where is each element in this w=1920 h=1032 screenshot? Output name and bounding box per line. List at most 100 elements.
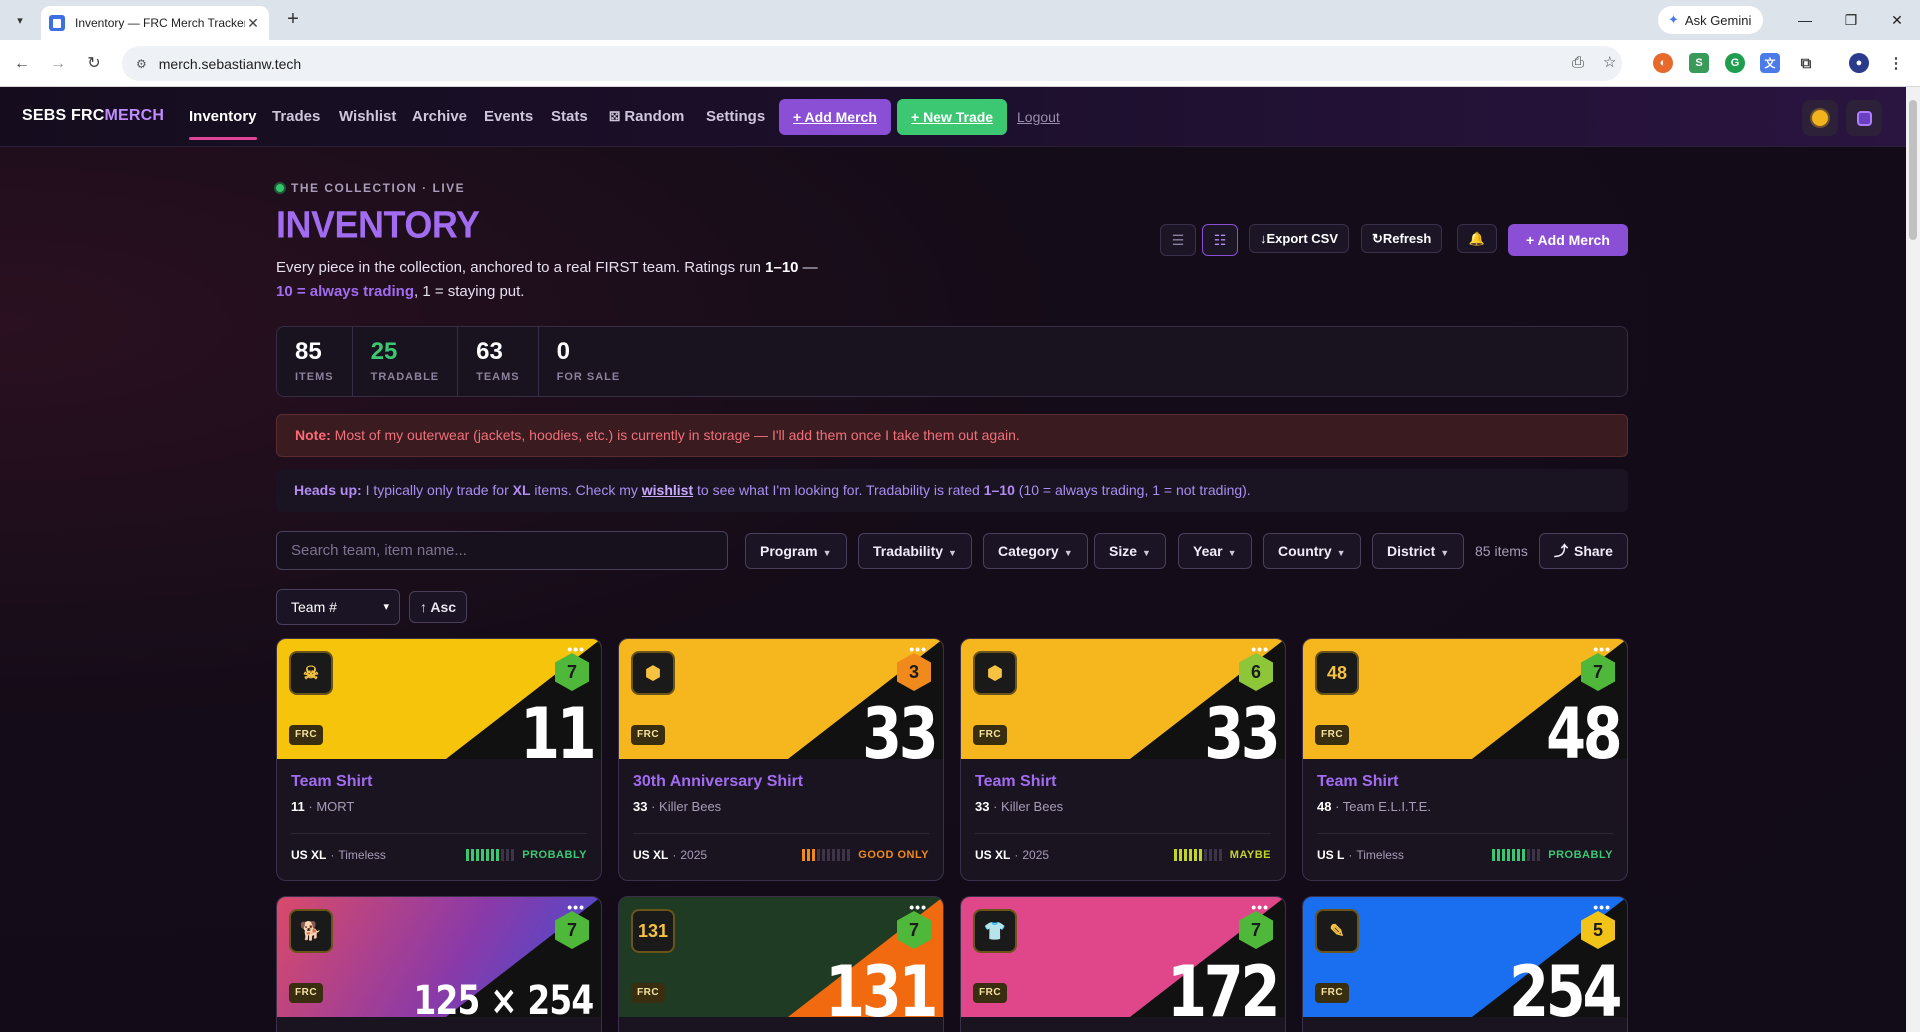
window-close-icon[interactable]: ✕	[1882, 8, 1912, 32]
tradability-meter	[1173, 849, 1222, 861]
refresh-button[interactable]: ↻Refresh	[1361, 224, 1443, 253]
filter-program[interactable]: Program ▼	[745, 533, 847, 569]
stat-label: FOR SALE	[556, 371, 621, 383]
sort-select[interactable]: Team # ▾	[276, 589, 400, 625]
nav-inventory[interactable]: Inventory	[189, 108, 257, 140]
nav-archive[interactable]: Archive	[412, 108, 467, 125]
logout-link[interactable]: Logout	[1017, 109, 1060, 125]
new-tab-icon[interactable]: +	[281, 8, 305, 32]
sort-direction-button[interactable]: ↑ Asc	[409, 591, 468, 623]
merch-card[interactable]: ☠ FRC 7 ••• 11 Team Shirt 11 · MORT US XL · Tim…	[276, 638, 602, 881]
nav-add-merch-button[interactable]: + Add Merch	[779, 99, 891, 135]
meter-segment	[1532, 849, 1536, 861]
nav-random[interactable]: ⚄ Random	[609, 108, 684, 125]
more-options-icon[interactable]: •••	[1593, 641, 1611, 657]
more-options-icon[interactable]: •••	[909, 641, 927, 657]
restore-icon[interactable]: ❐	[1836, 8, 1866, 32]
team-number-large: 254	[1509, 951, 1622, 1017]
grid-view-button[interactable]: ☷	[1202, 224, 1238, 256]
nav-events[interactable]: Events	[484, 108, 533, 125]
share-button[interactable]: ⤴ Share	[1539, 533, 1628, 569]
translate-icon[interactable]: 文	[1760, 53, 1780, 73]
tradability-status: PROBABLY	[1548, 849, 1613, 861]
forward-icon[interactable]: →	[46, 52, 70, 76]
extensions-puzzle-icon[interactable]: ⧉	[1796, 53, 1816, 73]
card-body: Team Shirt 33 · Killer Bees	[961, 759, 1285, 814]
stat-value: 0	[556, 338, 570, 365]
nav-settings[interactable]: Settings	[706, 108, 765, 125]
reload-icon[interactable]: ↻	[82, 52, 106, 76]
grammarly-icon[interactable]: G	[1725, 53, 1745, 73]
merch-card[interactable]: 👕 FRC 7 ••• 172	[960, 896, 1286, 1032]
filter-year[interactable]: Year ▼	[1178, 533, 1252, 569]
filter-country[interactable]: Country ▼	[1263, 533, 1361, 569]
wishlist-link[interactable]: wishlist	[642, 482, 693, 498]
more-options-icon[interactable]: •••	[567, 641, 585, 657]
filter-tradability[interactable]: Tradability ▼	[858, 533, 972, 569]
browser-tab[interactable]: Inventory — FRC Merch Tracker ✕	[41, 6, 269, 40]
theme-toggle-button[interactable]	[1802, 100, 1838, 136]
extension-1-icon[interactable]: ◐	[1653, 53, 1673, 73]
item-name[interactable]: 30th Anniversary Shirt	[633, 773, 929, 791]
tab-search-icon[interactable]: ▾	[8, 8, 32, 32]
profile-avatar[interactable]: ●	[1849, 53, 1869, 73]
stats-bar: 85 ITEMS 25 TRADABLE 63 TEAMS 0 FOR SALE	[276, 326, 1628, 397]
merch-card[interactable]: 131 FRC 7 ••• 131	[618, 896, 944, 1032]
team-line: 48 · Team E.L.I.T.E.	[1317, 799, 1431, 814]
stat-tradable: 25 TRADABLE	[353, 327, 459, 396]
tab-title: Inventory — FRC Merch Tracker	[75, 16, 245, 30]
nav-stats[interactable]: Stats	[551, 108, 588, 125]
ask-gemini-button[interactable]: ✦ Ask Gemini	[1658, 6, 1764, 34]
add-merch-button[interactable]: + Add Merch	[1508, 224, 1628, 256]
brand-logo[interactable]: SEBS FRCMERCH	[22, 107, 164, 125]
item-name[interactable]: Team Shirt	[975, 773, 1271, 791]
filter-district[interactable]: District ▼	[1372, 533, 1465, 569]
nav-trades[interactable]: Trades	[272, 108, 320, 125]
card-body: Team Shirt 11 · MORT	[277, 759, 601, 814]
close-icon[interactable]: ✕	[245, 15, 261, 32]
merch-card[interactable]: ⬢ FRC 6 ••• 33 Team Shirt 33 · Killer Bees US X…	[960, 638, 1286, 881]
accent-picker-button[interactable]	[1846, 100, 1882, 136]
team-number: 33	[975, 799, 990, 814]
more-options-icon[interactable]: •••	[1251, 641, 1269, 657]
notifications-button[interactable]: 🔔	[1457, 224, 1497, 253]
card-banner: ☠ FRC 7 ••• 11	[277, 639, 601, 759]
item-name[interactable]: Team Shirt	[1317, 773, 1613, 791]
merch-card[interactable]: 🐕 FRC 7 ••• 125 × 254	[276, 896, 602, 1032]
card-banner: 👕 FRC 7 ••• 172	[961, 897, 1285, 1017]
address-bar[interactable]: ⚙ merch.sebastianw.tech	[122, 46, 1622, 81]
filter-size[interactable]: Size ▼	[1094, 533, 1166, 569]
extension-2-icon[interactable]: S	[1689, 53, 1709, 73]
item-count: 85 items	[1475, 543, 1528, 559]
search-input[interactable]	[276, 531, 728, 570]
team-number-large: 125 × 254	[413, 978, 594, 1017]
scrollbar-thumb[interactable]	[1909, 100, 1917, 240]
meter-segment	[1173, 849, 1177, 861]
more-options-icon[interactable]: •••	[1251, 899, 1269, 915]
bookmark-star-icon[interactable]: ☆	[1603, 53, 1616, 71]
merch-card[interactable]: ✎ FRC 5 ••• 254	[1302, 896, 1628, 1032]
headsup-range: 1–10	[983, 482, 1015, 498]
back-icon[interactable]: ←	[10, 52, 34, 76]
site-info-icon[interactable]: ⚙	[136, 57, 147, 71]
merch-card[interactable]: ⬢ FRC 3 ••• 33 30th Anniversary Shirt 33 · Kil…	[618, 638, 944, 881]
minimize-icon[interactable]: —	[1790, 8, 1820, 32]
stat-label: ITEMS	[295, 371, 334, 383]
item-name[interactable]: Team Shirt	[291, 773, 587, 791]
chevron-down-icon: ▼	[822, 548, 832, 558]
more-options-icon[interactable]: •••	[909, 899, 927, 915]
page-description: Every piece in the collection, anchored …	[276, 256, 856, 304]
menu-kebab-icon[interactable]: ⋮	[1886, 53, 1906, 73]
merch-card[interactable]: 48 FRC 7 ••• 48 Team Shirt 48 · Team E.L.I.T.E…	[1302, 638, 1628, 881]
list-view-button[interactable]: ☰	[1160, 224, 1196, 256]
install-app-icon[interactable]: ⎙	[1572, 54, 1584, 71]
nav-new-trade-button[interactable]: + New Trade	[897, 99, 1008, 135]
nav-wishlist[interactable]: Wishlist	[339, 108, 396, 125]
tradability-badge: 7	[1239, 911, 1273, 949]
more-options-icon[interactable]: •••	[1593, 899, 1611, 915]
live-label: THE COLLECTION · LIVE	[291, 181, 466, 195]
more-options-icon[interactable]: •••	[567, 899, 585, 915]
tradability-value: 7	[897, 911, 931, 949]
filter-category[interactable]: Category ▼	[983, 533, 1088, 569]
export-csv-button[interactable]: ↓Export CSV	[1249, 224, 1350, 253]
